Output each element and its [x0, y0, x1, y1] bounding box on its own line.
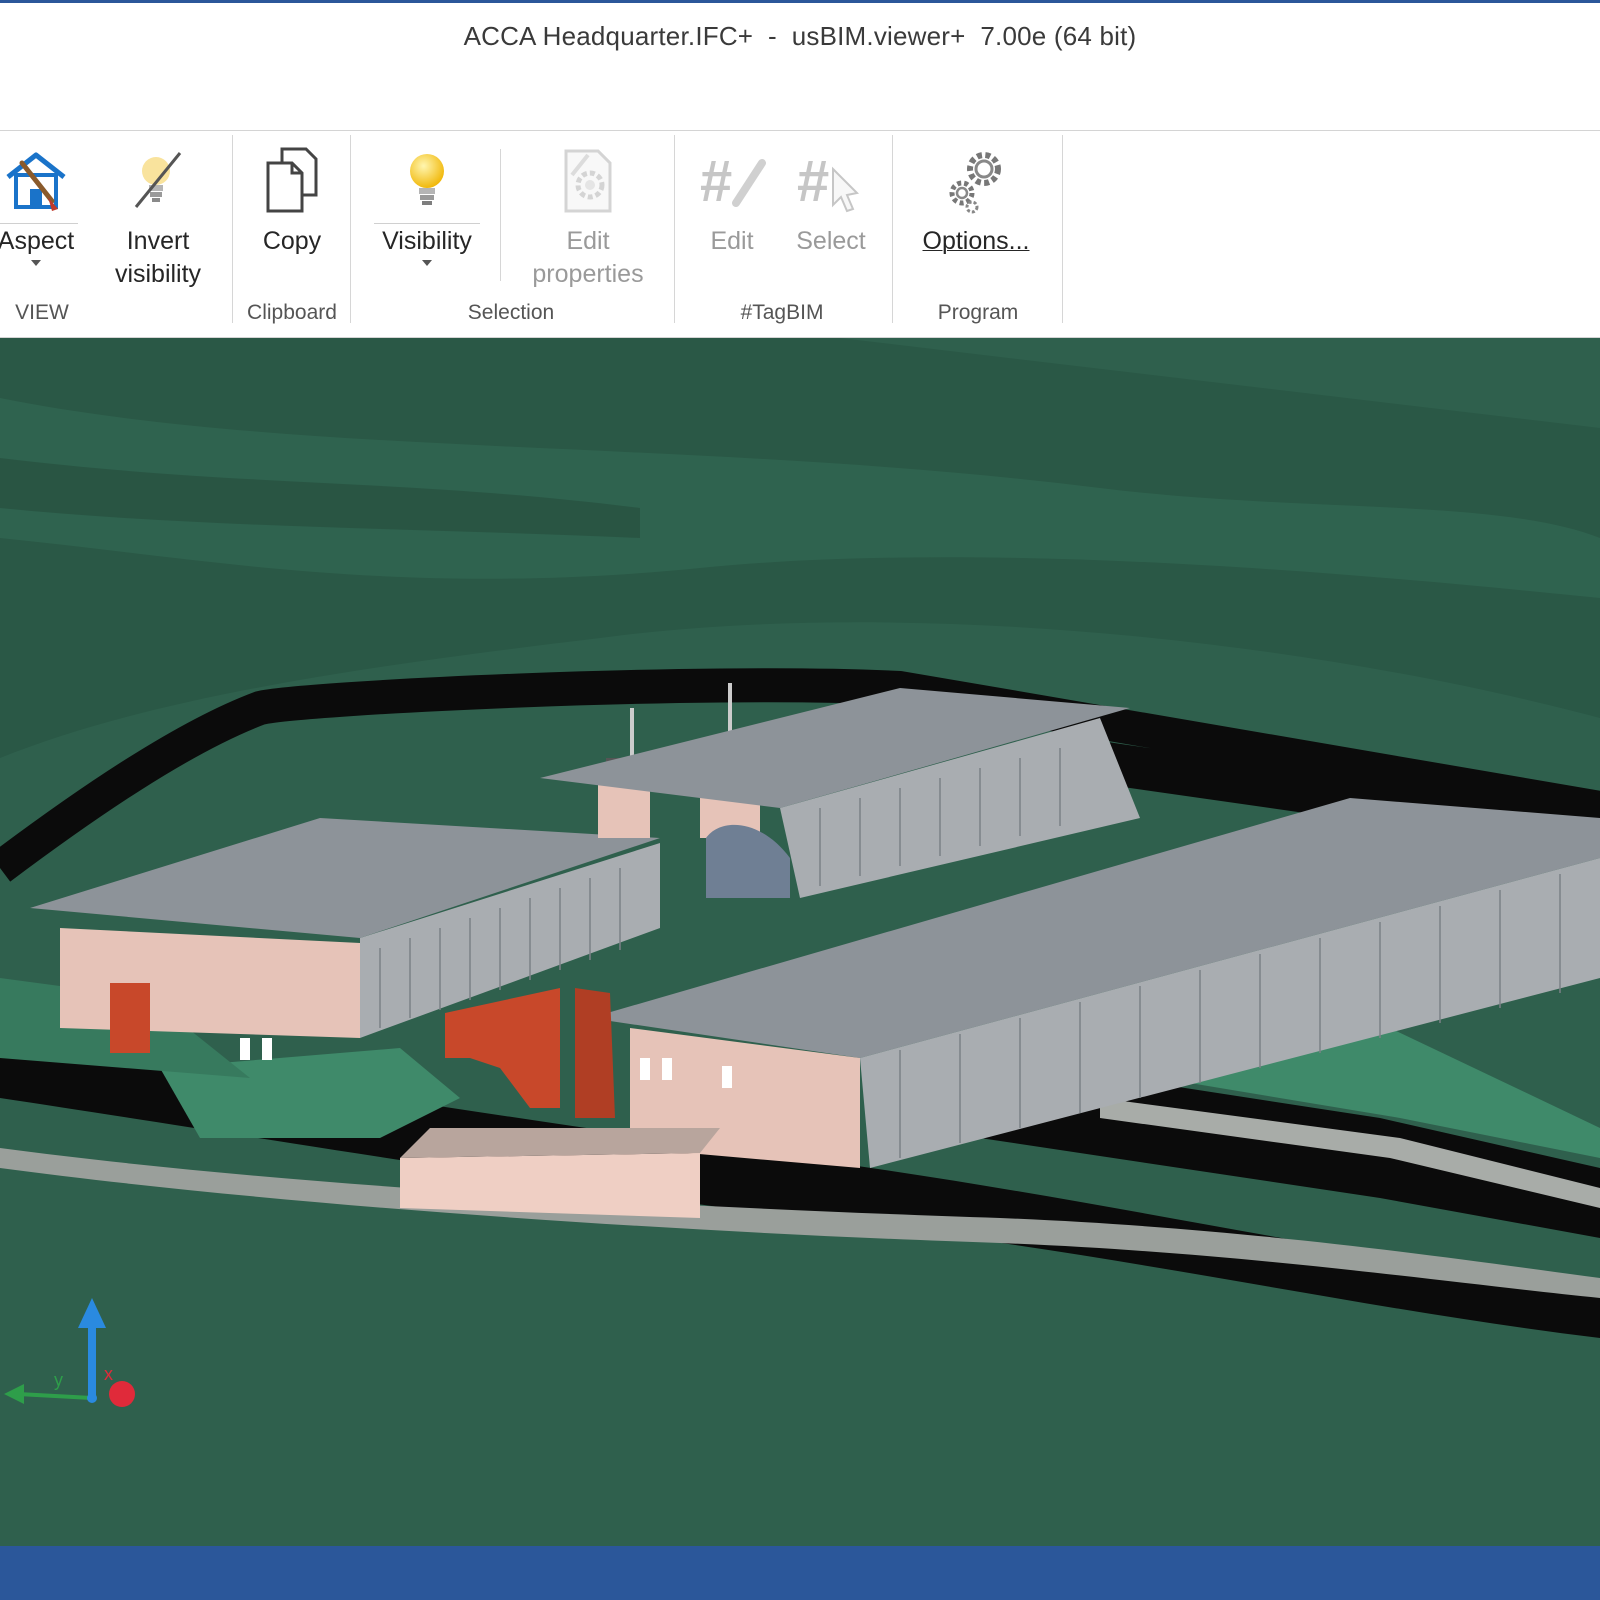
document-gear-icon: [552, 145, 624, 217]
status-bar: [0, 1546, 1600, 1600]
hashtag-cursor-icon: #: [795, 145, 867, 217]
group-separator: [1062, 135, 1063, 323]
aspect-button[interactable]: Aspect: [0, 145, 78, 266]
group-label-clipboard: Clipboard: [247, 301, 337, 324]
svg-text:#: #: [700, 149, 732, 214]
invert-visibility-label-2: visibility: [114, 260, 202, 288]
copy-documents-icon: [256, 145, 328, 217]
house-brush-icon: [0, 145, 72, 217]
group-label-program: Program: [937, 301, 1019, 324]
chevron-down-icon: [31, 260, 41, 266]
tag-select-label: Select: [796, 227, 866, 255]
aspect-label: Aspect: [0, 227, 75, 255]
lightbulb-off-icon: [122, 145, 194, 217]
group-separator: [674, 135, 675, 323]
3d-viewport[interactable]: y x: [0, 338, 1600, 1546]
group-separator: [892, 135, 893, 323]
group-separator: [350, 135, 351, 323]
group-separator: [232, 135, 233, 323]
edit-properties-label-2: properties: [532, 260, 644, 288]
3d-model-render: y x: [0, 338, 1600, 1546]
copy-button[interactable]: Copy: [252, 145, 332, 258]
axis-x-label: x: [104, 1364, 113, 1384]
ribbon: Aspect Invert visibility VIEW Copy Clipb…: [0, 130, 1600, 338]
copy-label: Copy: [262, 227, 322, 255]
axis-y-label: y: [54, 1370, 63, 1390]
options-button[interactable]: Options...: [906, 145, 1046, 258]
options-label: Options...: [922, 227, 1030, 255]
group-label-tagbim: #TagBIM: [740, 301, 824, 324]
aspect-split-line: [0, 223, 78, 224]
visibility-label: Visibility: [382, 227, 472, 255]
edit-properties-button[interactable]: Edit properties: [520, 145, 656, 291]
group-label-selection: Selection: [467, 301, 555, 324]
visibility-button[interactable]: Visibility: [372, 145, 482, 266]
edit-properties-label-1: Edit: [566, 227, 610, 255]
invert-visibility-button[interactable]: Invert visibility: [104, 145, 212, 291]
visibility-split-line: [374, 223, 480, 224]
chevron-down-icon: [422, 260, 432, 266]
invert-visibility-label-1: Invert: [126, 227, 190, 255]
hashtag-pencil-icon: #: [696, 145, 768, 217]
svg-text:#: #: [797, 149, 829, 214]
gears-icon: [940, 145, 1012, 217]
tag-edit-label: Edit: [710, 227, 754, 255]
lightbulb-on-icon: [391, 145, 463, 217]
tag-select-button[interactable]: # Select: [786, 145, 876, 258]
window-title: ACCA Headquarter.IFC+ - usBIM.viewer+ 7.…: [463, 21, 1137, 51]
inner-separator: [500, 149, 501, 281]
tag-edit-button[interactable]: # Edit: [696, 145, 768, 258]
group-label-view: VIEW: [15, 301, 69, 324]
